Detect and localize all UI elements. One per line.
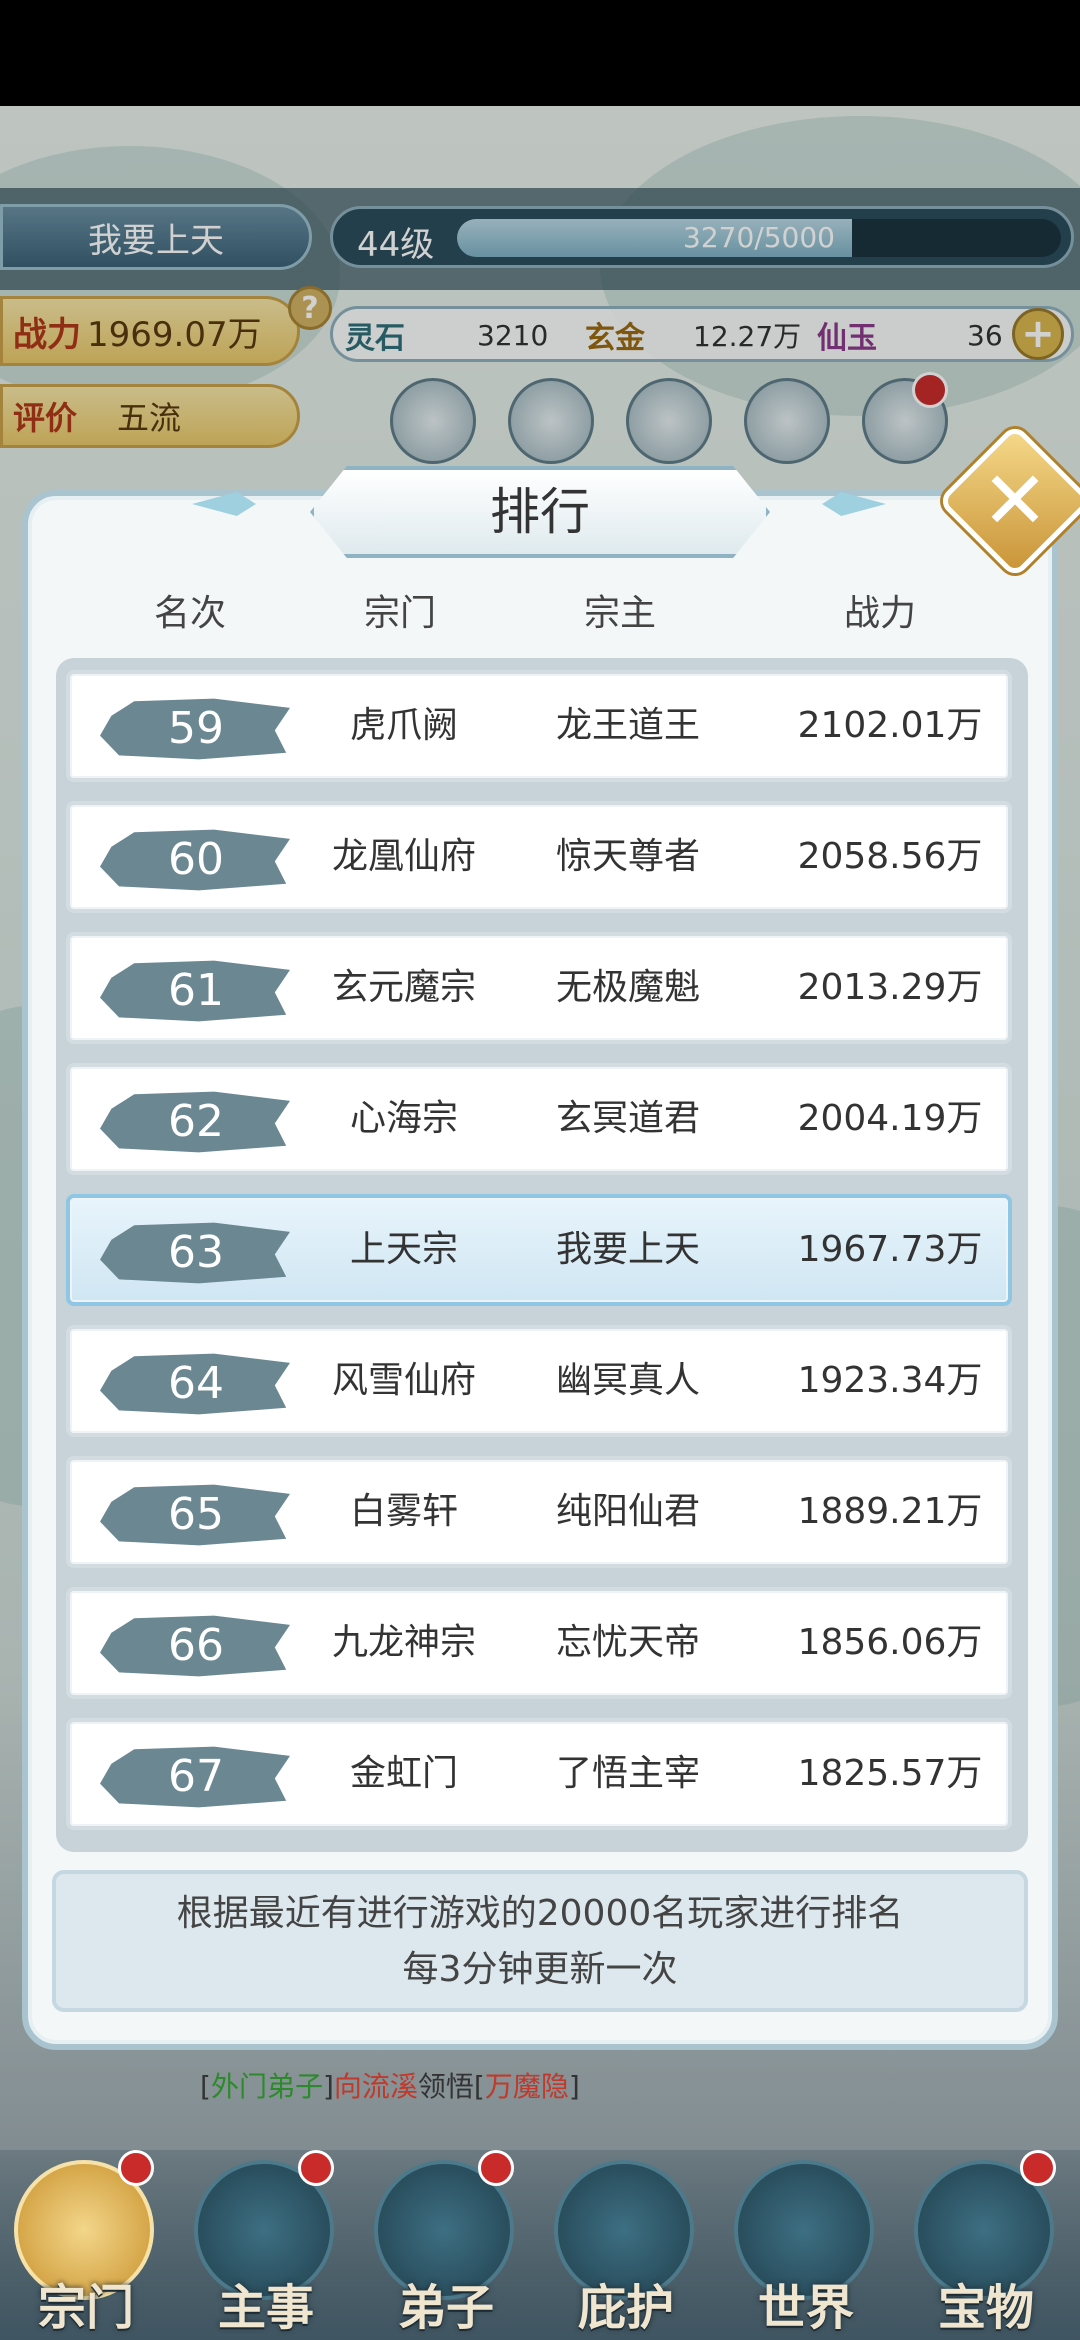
nav-sect[interactable]: 宗门 [6, 2160, 166, 2336]
rank-number: 61 [168, 965, 224, 1016]
rank-number: 64 [168, 1358, 224, 1409]
ranking-row[interactable]: 61 玄元魔宗 无极魔魁 2013.29万 [66, 932, 1012, 1044]
nav-disciples[interactable]: 弟子 [366, 2160, 526, 2336]
chat-skill: 万魔隐 [484, 2070, 569, 2103]
sect-name: 上天宗 [349, 1229, 458, 1270]
nav-label: 主事 [217, 2280, 314, 2336]
column-header-sect: 宗门 [363, 593, 436, 634]
chat-bracket: [ [200, 2070, 211, 2103]
rank-number: 62 [168, 1096, 224, 1147]
note-line-2: 每3分钟更新一次 [402, 1949, 678, 1990]
nav-label: 宝物 [937, 2280, 1034, 2336]
leader-name: 我要上天 [555, 1229, 700, 1270]
leader-name: 纯阳仙君 [555, 1491, 700, 1532]
leader-name: 玄冥道君 [555, 1098, 700, 1139]
nav-tasks[interactable]: 主事 [186, 2160, 346, 2336]
chat-name: 向流溪 [333, 2070, 418, 2103]
dialog-title: 排行 [490, 483, 590, 541]
rank-number: 59 [168, 703, 224, 754]
rank-number: 60 [168, 834, 224, 885]
sect-name: 白雾轩 [349, 1491, 458, 1532]
nav-label: 庇护 [577, 2280, 674, 2336]
leader-name: 惊天尊者 [555, 836, 700, 877]
power-value: 1889.21万 [797, 1491, 983, 1532]
sect-name: 金虹门 [349, 1753, 458, 1794]
rank-number: 63 [168, 1227, 224, 1278]
power-value: 2004.19万 [797, 1098, 983, 1139]
power-value: 1923.34万 [797, 1360, 983, 1401]
chat-message[interactable]: [外门弟子]向流溪领悟[万魔隐] [200, 2060, 980, 2114]
status-bar [0, 0, 1080, 106]
power-value: 1967.73万 [797, 1229, 983, 1270]
leader-name: 忘忧天帝 [555, 1622, 700, 1663]
rank-number: 66 [168, 1620, 224, 1671]
sect-name: 玄元魔宗 [331, 967, 476, 1008]
notification-dot [298, 2150, 334, 2186]
ranking-row[interactable]: 59 虎爪阙 龙王道王 2102.01万 [66, 670, 1012, 782]
nav-label: 世界 [757, 2280, 854, 2336]
nav-label: 宗门 [37, 2280, 134, 2336]
sect-name: 风雪仙府 [331, 1360, 476, 1401]
note-line-1: 根据最近有进行游戏的20000名玩家进行排名 [176, 1893, 904, 1934]
power-value: 1856.06万 [797, 1622, 983, 1663]
nav-world[interactable]: 世界 [726, 2160, 886, 2336]
sect-name: 虎爪阙 [349, 705, 458, 746]
close-icon[interactable]: ✕ [960, 446, 1070, 556]
rank-number: 65 [168, 1489, 224, 1540]
notification-dot [1020, 2150, 1056, 2186]
nav-label: 弟子 [397, 2280, 494, 2336]
ranking-row[interactable]: 67 金虹门 了悟主宰 1825.57万 [66, 1718, 1012, 1830]
sect-name: 龙凰仙府 [331, 836, 476, 877]
ranking-row[interactable]: 63 上天宗 我要上天 1967.73万 [66, 1194, 1012, 1306]
leader-name: 了悟主宰 [555, 1753, 700, 1794]
sect-name: 九龙神宗 [331, 1622, 476, 1663]
notification-dot [478, 2150, 514, 2186]
chat-role: 外门弟子 [210, 2070, 323, 2103]
notification-dot [118, 2150, 154, 2186]
column-header-power: 战力 [843, 593, 916, 634]
power-value: 2013.29万 [797, 967, 983, 1008]
power-value: 2058.56万 [797, 836, 983, 877]
nav-protect[interactable]: 庇护 [546, 2160, 706, 2336]
column-header-rank: 名次 [153, 593, 226, 634]
chat-bracket: ] [568, 2070, 580, 2103]
leader-name: 幽冥真人 [555, 1360, 700, 1401]
chat-bracket: ] [322, 2070, 334, 2103]
rank-number: 67 [168, 1751, 224, 1802]
ranking-row[interactable]: 66 九龙神宗 忘忧天帝 1856.06万 [66, 1587, 1012, 1699]
power-value: 1825.57万 [797, 1753, 983, 1794]
sect-name: 心海宗 [349, 1098, 458, 1139]
chat-bracket: [ [473, 2070, 485, 2103]
leader-name: 无极魔魁 [555, 967, 700, 1008]
power-value: 2102.01万 [797, 705, 983, 746]
ranking-row[interactable]: 60 龙凰仙府 惊天尊者 2058.56万 [66, 801, 1012, 913]
ranking-row[interactable]: 65 白雾轩 纯阳仙君 1889.21万 [66, 1456, 1012, 1568]
ranking-note: 根据最近有进行游戏的20000名玩家进行排名 每3分钟更新一次 [52, 1870, 1028, 2012]
ranking-row[interactable]: 62 心海宗 玄冥道君 2004.19万 [66, 1063, 1012, 1175]
leader-name: 龙王道王 [555, 705, 700, 746]
chat-verb: 领悟 [417, 2070, 474, 2103]
ranking-row[interactable]: 64 风雪仙府 幽冥真人 1923.34万 [66, 1325, 1012, 1437]
column-header-leader: 宗主 [583, 593, 656, 634]
